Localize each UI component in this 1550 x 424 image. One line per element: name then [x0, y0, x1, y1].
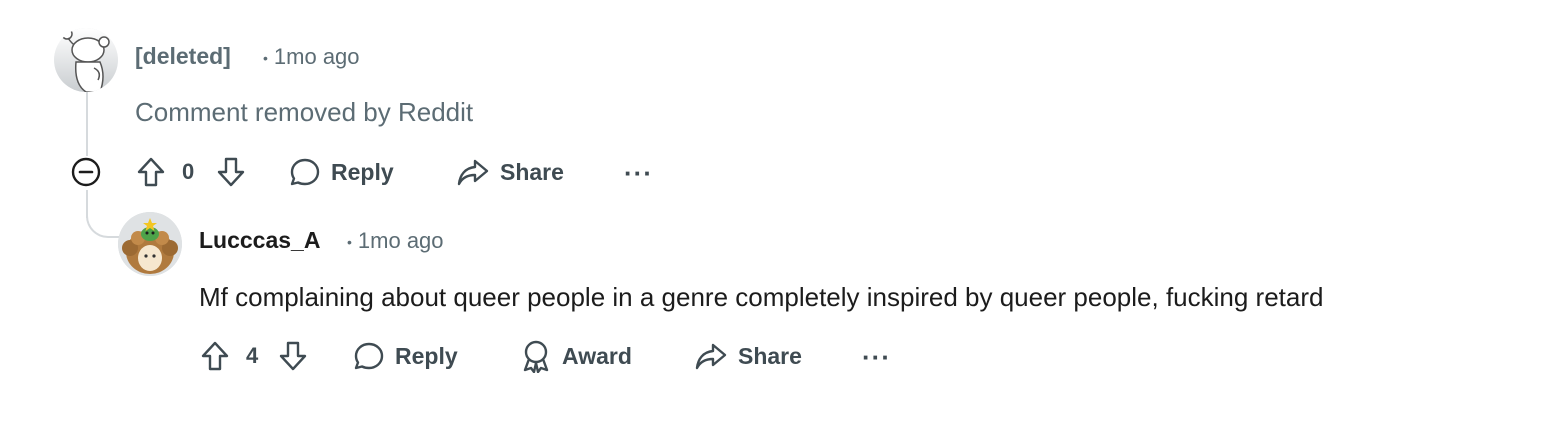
share-arrow-icon	[695, 343, 727, 370]
speech-bubble-icon	[290, 158, 320, 186]
speech-bubble-icon	[354, 342, 384, 370]
comment-meta: • 1mo ago	[347, 227, 444, 256]
child-thread-connector-curve	[86, 200, 122, 238]
reply-button[interactable]: Reply	[353, 336, 458, 376]
comment-body: Mf complaining about queer people in a g…	[199, 282, 1324, 312]
more-options-button[interactable]: ···	[624, 160, 653, 186]
share-button[interactable]: Share	[694, 336, 802, 376]
comment-timestamp[interactable]: 1mo ago	[358, 228, 444, 253]
upvote-arrow-icon	[201, 341, 229, 371]
reply-label: Reply	[395, 342, 458, 369]
reply-button[interactable]: Reply	[289, 152, 394, 192]
comment-timestamp[interactable]: 1mo ago	[274, 44, 360, 69]
award-button[interactable]: Award	[520, 336, 632, 376]
user-avatar[interactable]	[118, 212, 182, 276]
collapse-thread-icon	[71, 157, 101, 187]
user-avatar-icon	[118, 212, 182, 276]
downvote-button[interactable]	[214, 154, 248, 190]
upvote-button[interactable]	[198, 338, 232, 374]
downvote-arrow-icon	[279, 341, 307, 371]
comment-meta: • 1mo ago	[263, 43, 360, 72]
award-ribbon-icon	[523, 340, 549, 373]
snoo-avatar-icon	[54, 28, 118, 92]
separator-dot: •	[347, 234, 352, 251]
thread-line	[86, 90, 88, 156]
vote-count: 4	[246, 343, 259, 368]
reply-label: Reply	[331, 158, 394, 185]
separator-dot: •	[263, 50, 268, 67]
deleted-user-avatar[interactable]	[54, 28, 118, 92]
vote-count: 0	[182, 159, 195, 184]
upvote-arrow-icon	[137, 157, 165, 187]
share-label: Share	[500, 158, 564, 185]
comment-body: Comment removed by Reddit	[135, 97, 474, 127]
share-label: Share	[738, 342, 802, 369]
more-options-button[interactable]: ···	[862, 344, 891, 370]
upvote-button[interactable]	[134, 154, 168, 190]
award-label: Award	[562, 342, 632, 369]
downvote-button[interactable]	[276, 338, 310, 374]
comment-author[interactable]: [deleted]	[135, 42, 231, 70]
share-arrow-icon	[457, 159, 489, 186]
comment-author[interactable]: Lucccas_A	[199, 226, 320, 254]
share-button[interactable]: Share	[456, 152, 564, 192]
collapse-thread-button[interactable]	[70, 156, 102, 188]
downvote-arrow-icon	[217, 157, 245, 187]
